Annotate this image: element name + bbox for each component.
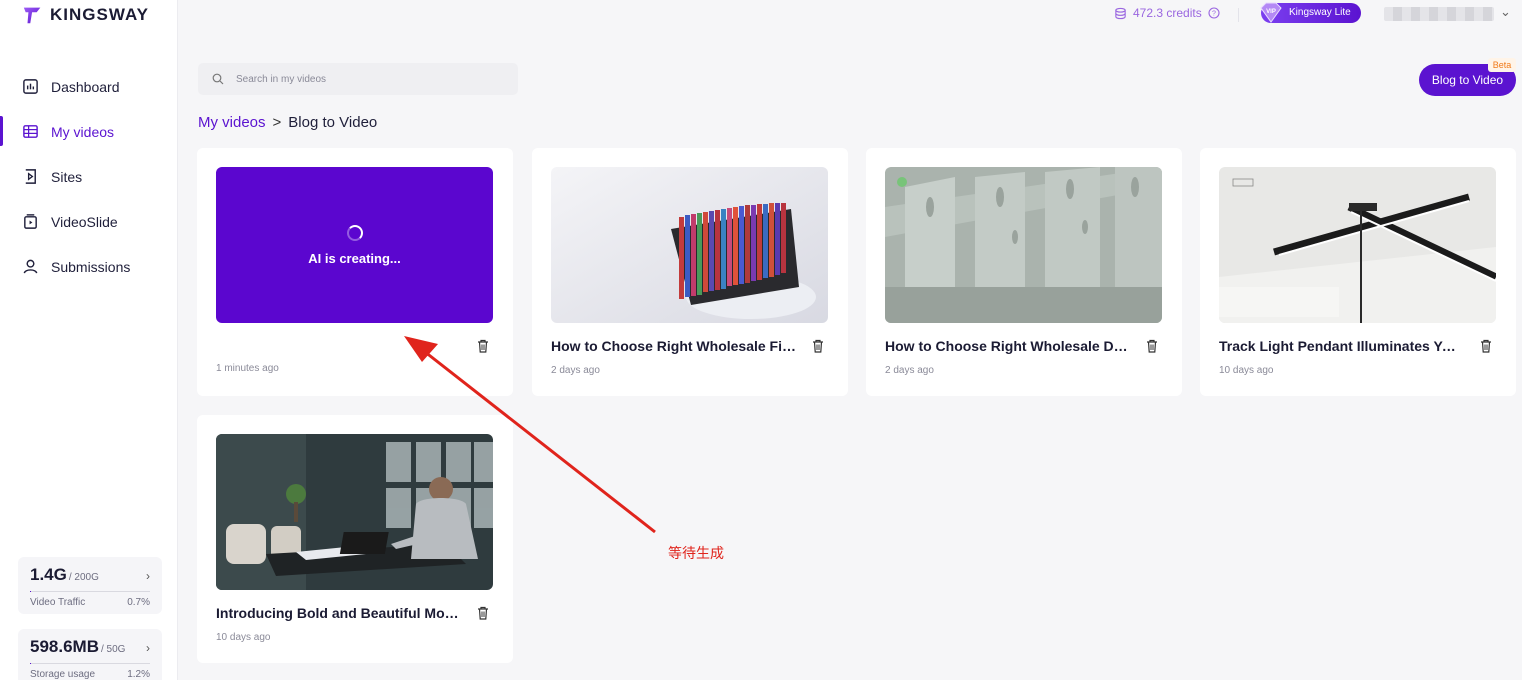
annotation-text: 等待生成 — [668, 545, 724, 561]
annotation-arrow — [404, 336, 656, 534]
app-root: KINGSWAY Dashboard My videos Sites Video… — [0, 0, 1522, 680]
